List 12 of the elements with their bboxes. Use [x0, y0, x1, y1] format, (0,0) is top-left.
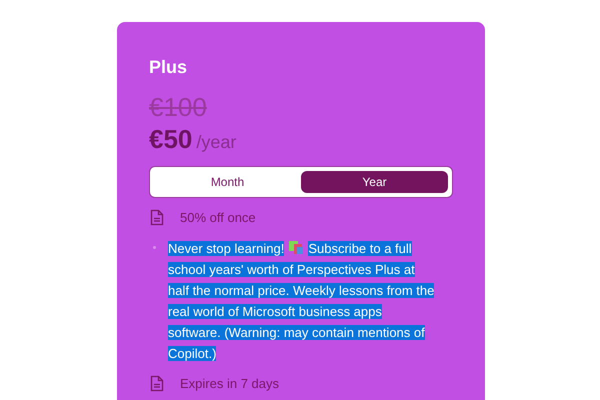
document-icon: [150, 209, 164, 226]
price: €50: [149, 123, 192, 155]
books-icon: [288, 240, 304, 254]
description-text: Never stop learning! Subscribe to a full school years' worth of Perspectives Plus at half the normal price. Weekly lessons from the real world of Microsoft business apps software. (Warning: may contain mentions of Copilot.): [168, 238, 436, 363]
plan-title: Plus: [149, 56, 188, 79]
price-period: /year: [196, 131, 236, 154]
billing-tab[interactable]: Year: [301, 171, 448, 193]
document-icon: [150, 374, 164, 392]
feature-text: Expires in 7 days: [180, 374, 279, 393]
old-price: €100: [149, 93, 207, 121]
feature-text: 50% off once: [180, 209, 256, 227]
bullet-icon: [153, 246, 156, 248]
